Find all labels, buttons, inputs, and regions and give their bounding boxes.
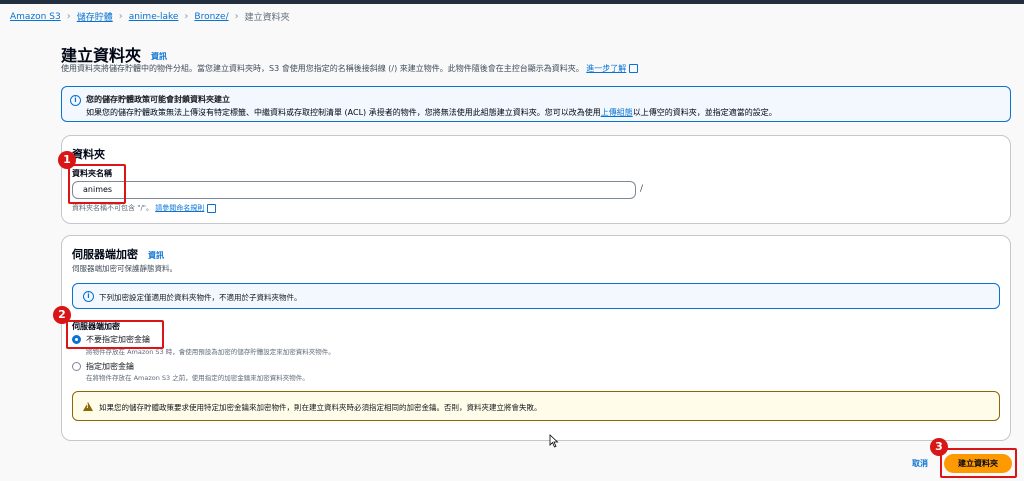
annotation-badge-2: 2 bbox=[53, 306, 71, 324]
radio-specify-key-label[interactable]: 指定加密金鑰 bbox=[86, 361, 134, 372]
breadcrumb-prefix[interactable]: Bronze/ bbox=[194, 12, 228, 22]
banner-text-before: 如果您的儲存貯體政策無法上傳沒有特定標籤、中繼資料或存取控制清單 (ACL) 承… bbox=[86, 108, 601, 117]
chevron-right-icon: › bbox=[234, 11, 239, 22]
encryption-info-banner: i 下列加密設定僅適用於資料夾物件，不適用於子資料夾物件。 bbox=[72, 283, 1000, 309]
banner-text: 如果您的儲存貯體政策無法上傳沒有特定標籤、中繼資料或存取控制清單 (ACL) 承… bbox=[86, 107, 777, 118]
external-link-icon bbox=[629, 64, 639, 73]
chevron-right-icon: › bbox=[66, 11, 71, 22]
breadcrumb-current: 建立資料夾 bbox=[244, 13, 290, 23]
page-description-text: 使用資料夾將儲存貯體中的物件分組。當您建立資料夾時，S3 會使用您指定的名稱後接… bbox=[61, 64, 584, 73]
folder-hint-text: 資料夾名稱不可包含 "/"。 bbox=[72, 204, 154, 212]
annotation-box-create bbox=[940, 448, 1017, 478]
info-link[interactable]: 資訊 bbox=[151, 52, 167, 61]
info-icon: i bbox=[83, 291, 94, 302]
breadcrumb-bucket[interactable]: anime-lake bbox=[129, 12, 179, 22]
info-icon: i bbox=[70, 95, 81, 106]
cancel-button[interactable]: 取消 bbox=[912, 458, 928, 469]
top-navigation-bar bbox=[0, 0, 1024, 4]
encryption-warning-banner: ! 如果您的儲存貯體政策要求使用特定加密金鑰來加密物件，則在建立資料夾時必須指定… bbox=[72, 391, 1000, 421]
learn-more-link[interactable]: 進一步了解 bbox=[586, 64, 626, 73]
policy-info-banner: i 您的儲存貯體政策可能會封鎖資料夾建立 如果您的儲存貯體政策無法上傳沒有特定標… bbox=[61, 86, 1011, 122]
external-link-icon bbox=[207, 203, 217, 213]
folder-name-input[interactable]: animes bbox=[72, 181, 636, 199]
encryption-card: 伺服器端加密 資訊 伺服器端加密可保護靜態資料。 i 下列加密設定僅適用於資料夾物… bbox=[61, 235, 1011, 441]
chevron-right-icon: › bbox=[118, 11, 123, 22]
annotation-box-encryption bbox=[66, 320, 164, 349]
naming-rules-link[interactable]: 請參閱命名規則 bbox=[155, 204, 204, 212]
folder-card: 資料夾 資料夾名稱 animes / 資料夾名稱不可包含 "/"。 請參閱命名規… bbox=[61, 135, 1011, 224]
radio-specify-key[interactable] bbox=[72, 362, 81, 371]
encryption-info-link[interactable]: 資訊 bbox=[148, 251, 164, 260]
chevron-right-icon: › bbox=[184, 11, 189, 22]
banner-title: 您的儲存貯體政策可能會封鎖資料夾建立 bbox=[86, 95, 230, 104]
banner-text-after: 以上傳空的資料夾，並指定適當的設定。 bbox=[632, 108, 777, 117]
page-description: 使用資料夾將儲存貯體中的物件分組。當您建立資料夾時，S3 會使用您指定的名稱後接… bbox=[61, 63, 639, 74]
warning-icon: ! bbox=[83, 402, 93, 411]
breadcrumb-amazon-s3[interactable]: Amazon S3 bbox=[10, 12, 61, 22]
upload-config-link[interactable]: 上傳組態 bbox=[601, 108, 633, 117]
mouse-cursor-icon bbox=[549, 434, 559, 448]
encryption-description: 伺服器端加密可保護靜態資料。 bbox=[72, 264, 177, 273]
encryption-card-title: 伺服器端加密 資訊 bbox=[72, 246, 164, 262]
radio-specify-key-desc: 在將物件存放在 Amazon S3 之前，使用指定的加密金鑰來加密資料夾物件。 bbox=[86, 374, 309, 382]
breadcrumb-buckets[interactable]: 儲存貯體 bbox=[77, 10, 113, 23]
annotation-badge-3: 3 bbox=[930, 438, 948, 456]
encryption-warning-text: 如果您的儲存貯體政策要求使用特定加密金鑰來加密物件，則在建立資料夾時必須指定相同… bbox=[99, 403, 542, 412]
annotation-badge-1: 1 bbox=[58, 151, 76, 169]
encryption-title-text: 伺服器端加密 bbox=[72, 248, 138, 261]
folder-card-title: 資料夾 bbox=[72, 148, 105, 161]
breadcrumb: Amazon S3 › 儲存貯體 › anime-lake › Bronze/ … bbox=[10, 10, 290, 23]
folder-name-hint: 資料夾名稱不可包含 "/"。 請參閱命名規則 bbox=[72, 203, 217, 213]
folder-suffix: / bbox=[640, 184, 644, 194]
encryption-notice-text: 下列加密設定僅適用於資料夾物件，不適用於子資料夾物件。 bbox=[99, 293, 302, 302]
annotation-box-folder-name bbox=[68, 164, 126, 204]
